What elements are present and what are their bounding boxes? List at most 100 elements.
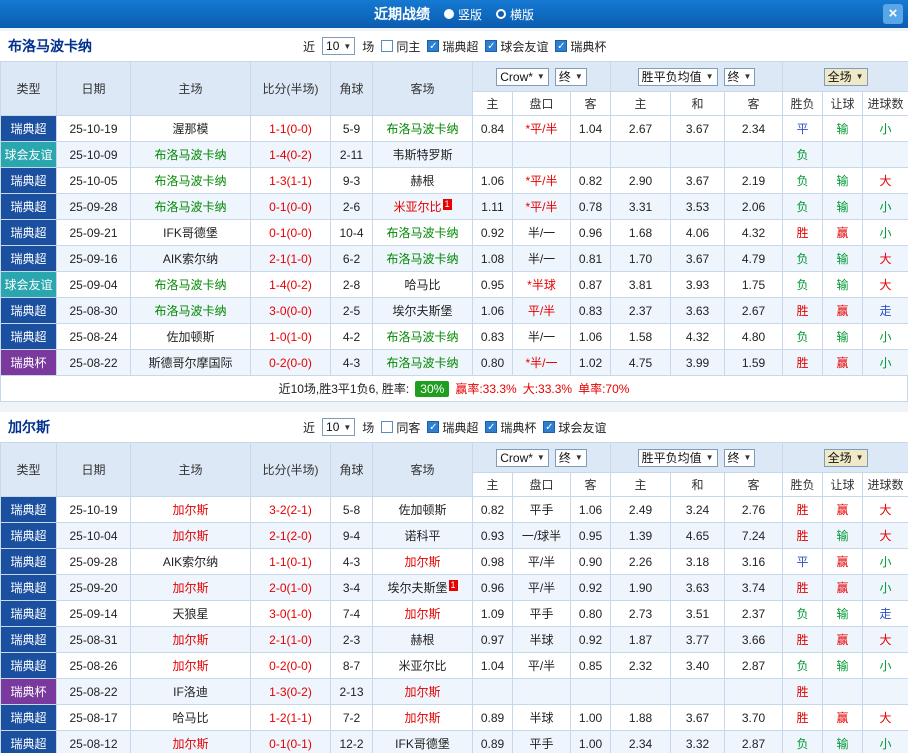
team-link[interactable]: 埃尔夫斯堡 [387, 581, 447, 595]
layout-vertical-label: 竖版 [457, 7, 482, 22]
europe-away-odds-cell: 3.74 [724, 574, 784, 601]
team-link[interactable]: 米亚尔比 [393, 200, 441, 214]
select-value: 胜平负均值 [641, 451, 702, 465]
league-filter-checkbox[interactable]: ✓ 瑞典杯 [555, 38, 606, 55]
match-count-select[interactable]: 10 ▼ [322, 418, 356, 436]
odds-stage-select[interactable]: 终 ▼ [554, 67, 587, 86]
score-cell: 2-1(2-0) [250, 522, 331, 549]
team-link[interactable]: 哈马比 [172, 711, 208, 725]
chevron-down-icon: ▼ [743, 453, 752, 462]
team-link[interactable]: 布洛马波卡纳 [154, 148, 226, 162]
same-venue-checkbox[interactable]: 同主 [381, 38, 420, 55]
team-link[interactable]: 佐加顿斯 [398, 503, 446, 517]
team-link[interactable]: 米亚尔比 [398, 659, 446, 673]
league-filter-checkbox[interactable]: ✓ 球会友谊 [485, 38, 548, 55]
team-link[interactable]: 加尔斯 [404, 555, 440, 569]
avg-odds-select[interactable]: 胜平负均值 ▼ [637, 448, 718, 467]
team-link[interactable]: 佐加顿斯 [166, 330, 214, 344]
match-count-select[interactable]: 10 ▼ [322, 37, 356, 55]
home-team-cell: AIK索尔纳 [130, 548, 251, 575]
team-link[interactable]: 加尔斯 [172, 659, 208, 673]
odds-stage-select[interactable]: 终 ▼ [554, 448, 587, 467]
layout-vertical-radio[interactable]: 竖版 [443, 6, 482, 23]
league-filter-checkbox[interactable]: ✓ 球会友谊 [543, 419, 606, 436]
team-link[interactable]: 布洛马波卡纳 [386, 330, 458, 344]
odds-stage-select[interactable]: 终 ▼ [723, 67, 756, 86]
away-team-cell: 布洛马波卡纳 [372, 115, 473, 142]
asia-odds-selects: Crow* ▼ 终 ▼ [474, 67, 610, 86]
league-filter-checkbox[interactable]: ✓ 瑞典杯 [485, 419, 536, 436]
match-date-cell: 25-08-26 [56, 652, 131, 679]
close-button[interactable]: × [883, 4, 903, 24]
team-link[interactable]: 加尔斯 [172, 581, 208, 595]
handicap-result-cell: 输 [822, 522, 864, 549]
handicap-cell: 平/半 [512, 548, 571, 575]
match-scope-select[interactable]: 全场 ▼ [823, 448, 868, 467]
team-link[interactable]: AIK索尔纳 [163, 555, 218, 569]
europe-draw-odds-cell: 3.67 [670, 245, 726, 272]
select-value: Crow* [500, 69, 533, 84]
team-link[interactable]: 斯德哥尔摩国际 [148, 356, 232, 370]
layout-horizontal-radio[interactable]: 横版 [496, 6, 534, 23]
odds-stage-select[interactable]: 终 ▼ [723, 448, 756, 467]
team-link[interactable]: 布洛马波卡纳 [154, 304, 226, 318]
team-link[interactable]: 布洛马波卡纳 [154, 200, 226, 214]
europe-away-odds-cell: 2.67 [724, 297, 784, 324]
team-link[interactable]: 加尔斯 [172, 529, 208, 543]
league-badge-cell: 瑞典超 [0, 219, 57, 246]
team-link[interactable]: 布洛马波卡纳 [386, 356, 458, 370]
team-link[interactable]: IFK哥德堡 [395, 737, 450, 751]
asia-away-odds-cell: 0.87 [569, 271, 612, 298]
team-link[interactable]: 赫根 [410, 174, 434, 188]
result-cell: 胜 [782, 704, 824, 731]
europe-away-odds-cell: 2.19 [724, 167, 784, 194]
europe-draw-odds-cell: 3.93 [670, 271, 726, 298]
result-row: 瑞典超 25-09-28 布洛马波卡纳 0-1(0-0) 2-6 米亚尔比 1 1.11 *平/… [0, 193, 908, 220]
handicap-cell: *半/一 [512, 349, 571, 376]
odds-company-select[interactable]: Crow* ▼ [496, 448, 549, 467]
team-link[interactable]: 加尔斯 [404, 607, 440, 621]
goals-result-cell: 大 [862, 626, 908, 653]
team-link[interactable]: 布洛马波卡纳 [386, 122, 458, 136]
goals-result-cell: 大 [862, 167, 908, 194]
team-link[interactable]: 布洛马波卡纳 [154, 174, 226, 188]
result-row: 瑞典超 25-08-30 布洛马波卡纳 3-0(0-0) 2-5 埃尔夫斯堡 1.06 平/半… [0, 297, 908, 324]
team-link[interactable]: 赫根 [410, 633, 434, 647]
team-link[interactable]: 诺科平 [404, 529, 440, 543]
team-link[interactable]: 加尔斯 [404, 711, 440, 725]
team-link[interactable]: 加尔斯 [172, 503, 208, 517]
matches-label: 场 [362, 39, 375, 54]
score-cell: 3-0(0-0) [250, 297, 331, 324]
league-filter-checkbox[interactable]: ✓ 瑞典超 [427, 38, 478, 55]
odds-company-select[interactable]: Crow* ▼ [496, 67, 549, 86]
team-link[interactable]: 加尔斯 [172, 633, 208, 647]
team-link[interactable]: 哈马比 [404, 278, 440, 292]
corner-cell: 3-4 [330, 574, 373, 601]
team-link[interactable]: 加尔斯 [404, 685, 440, 699]
asia-home-odds-cell: 0.84 [472, 115, 513, 142]
match-date-cell: 25-09-14 [56, 600, 131, 627]
europe-away-odds-cell: 4.80 [724, 323, 784, 350]
chevron-down-icon: ▼ [343, 41, 352, 51]
team-link[interactable]: IFK哥德堡 [163, 226, 218, 240]
team-link[interactable]: 天狼星 [172, 607, 208, 621]
team-link[interactable]: 布洛马波卡纳 [154, 278, 226, 292]
team-link[interactable]: 布洛马波卡纳 [386, 226, 458, 240]
team-link[interactable]: IF洛迪 [173, 685, 208, 699]
same-venue-checkbox[interactable]: 同客 [381, 419, 420, 436]
team-link[interactable]: 韦斯特罗斯 [392, 148, 452, 162]
asia-home-odds-cell: 1.06 [472, 297, 513, 324]
goals-result-cell: 大 [862, 704, 908, 731]
sub-header-asia-home: 主 [472, 472, 513, 497]
team-link[interactable]: AIK索尔纳 [163, 252, 218, 266]
avg-odds-select[interactable]: 胜平负均值 ▼ [637, 67, 718, 86]
team-link[interactable]: 埃尔夫斯堡 [392, 304, 452, 318]
handicap-result-cell: 赢 [822, 574, 864, 601]
europe-away-odds-cell: 3.16 [724, 548, 784, 575]
team-link[interactable]: 布洛马波卡纳 [386, 252, 458, 266]
europe-draw-odds-cell: 3.63 [670, 574, 726, 601]
team-link[interactable]: 渥那模 [172, 122, 208, 136]
match-scope-select[interactable]: 全场 ▼ [823, 67, 868, 86]
team-link[interactable]: 加尔斯 [172, 737, 208, 751]
league-filter-checkbox[interactable]: ✓ 瑞典超 [427, 419, 478, 436]
